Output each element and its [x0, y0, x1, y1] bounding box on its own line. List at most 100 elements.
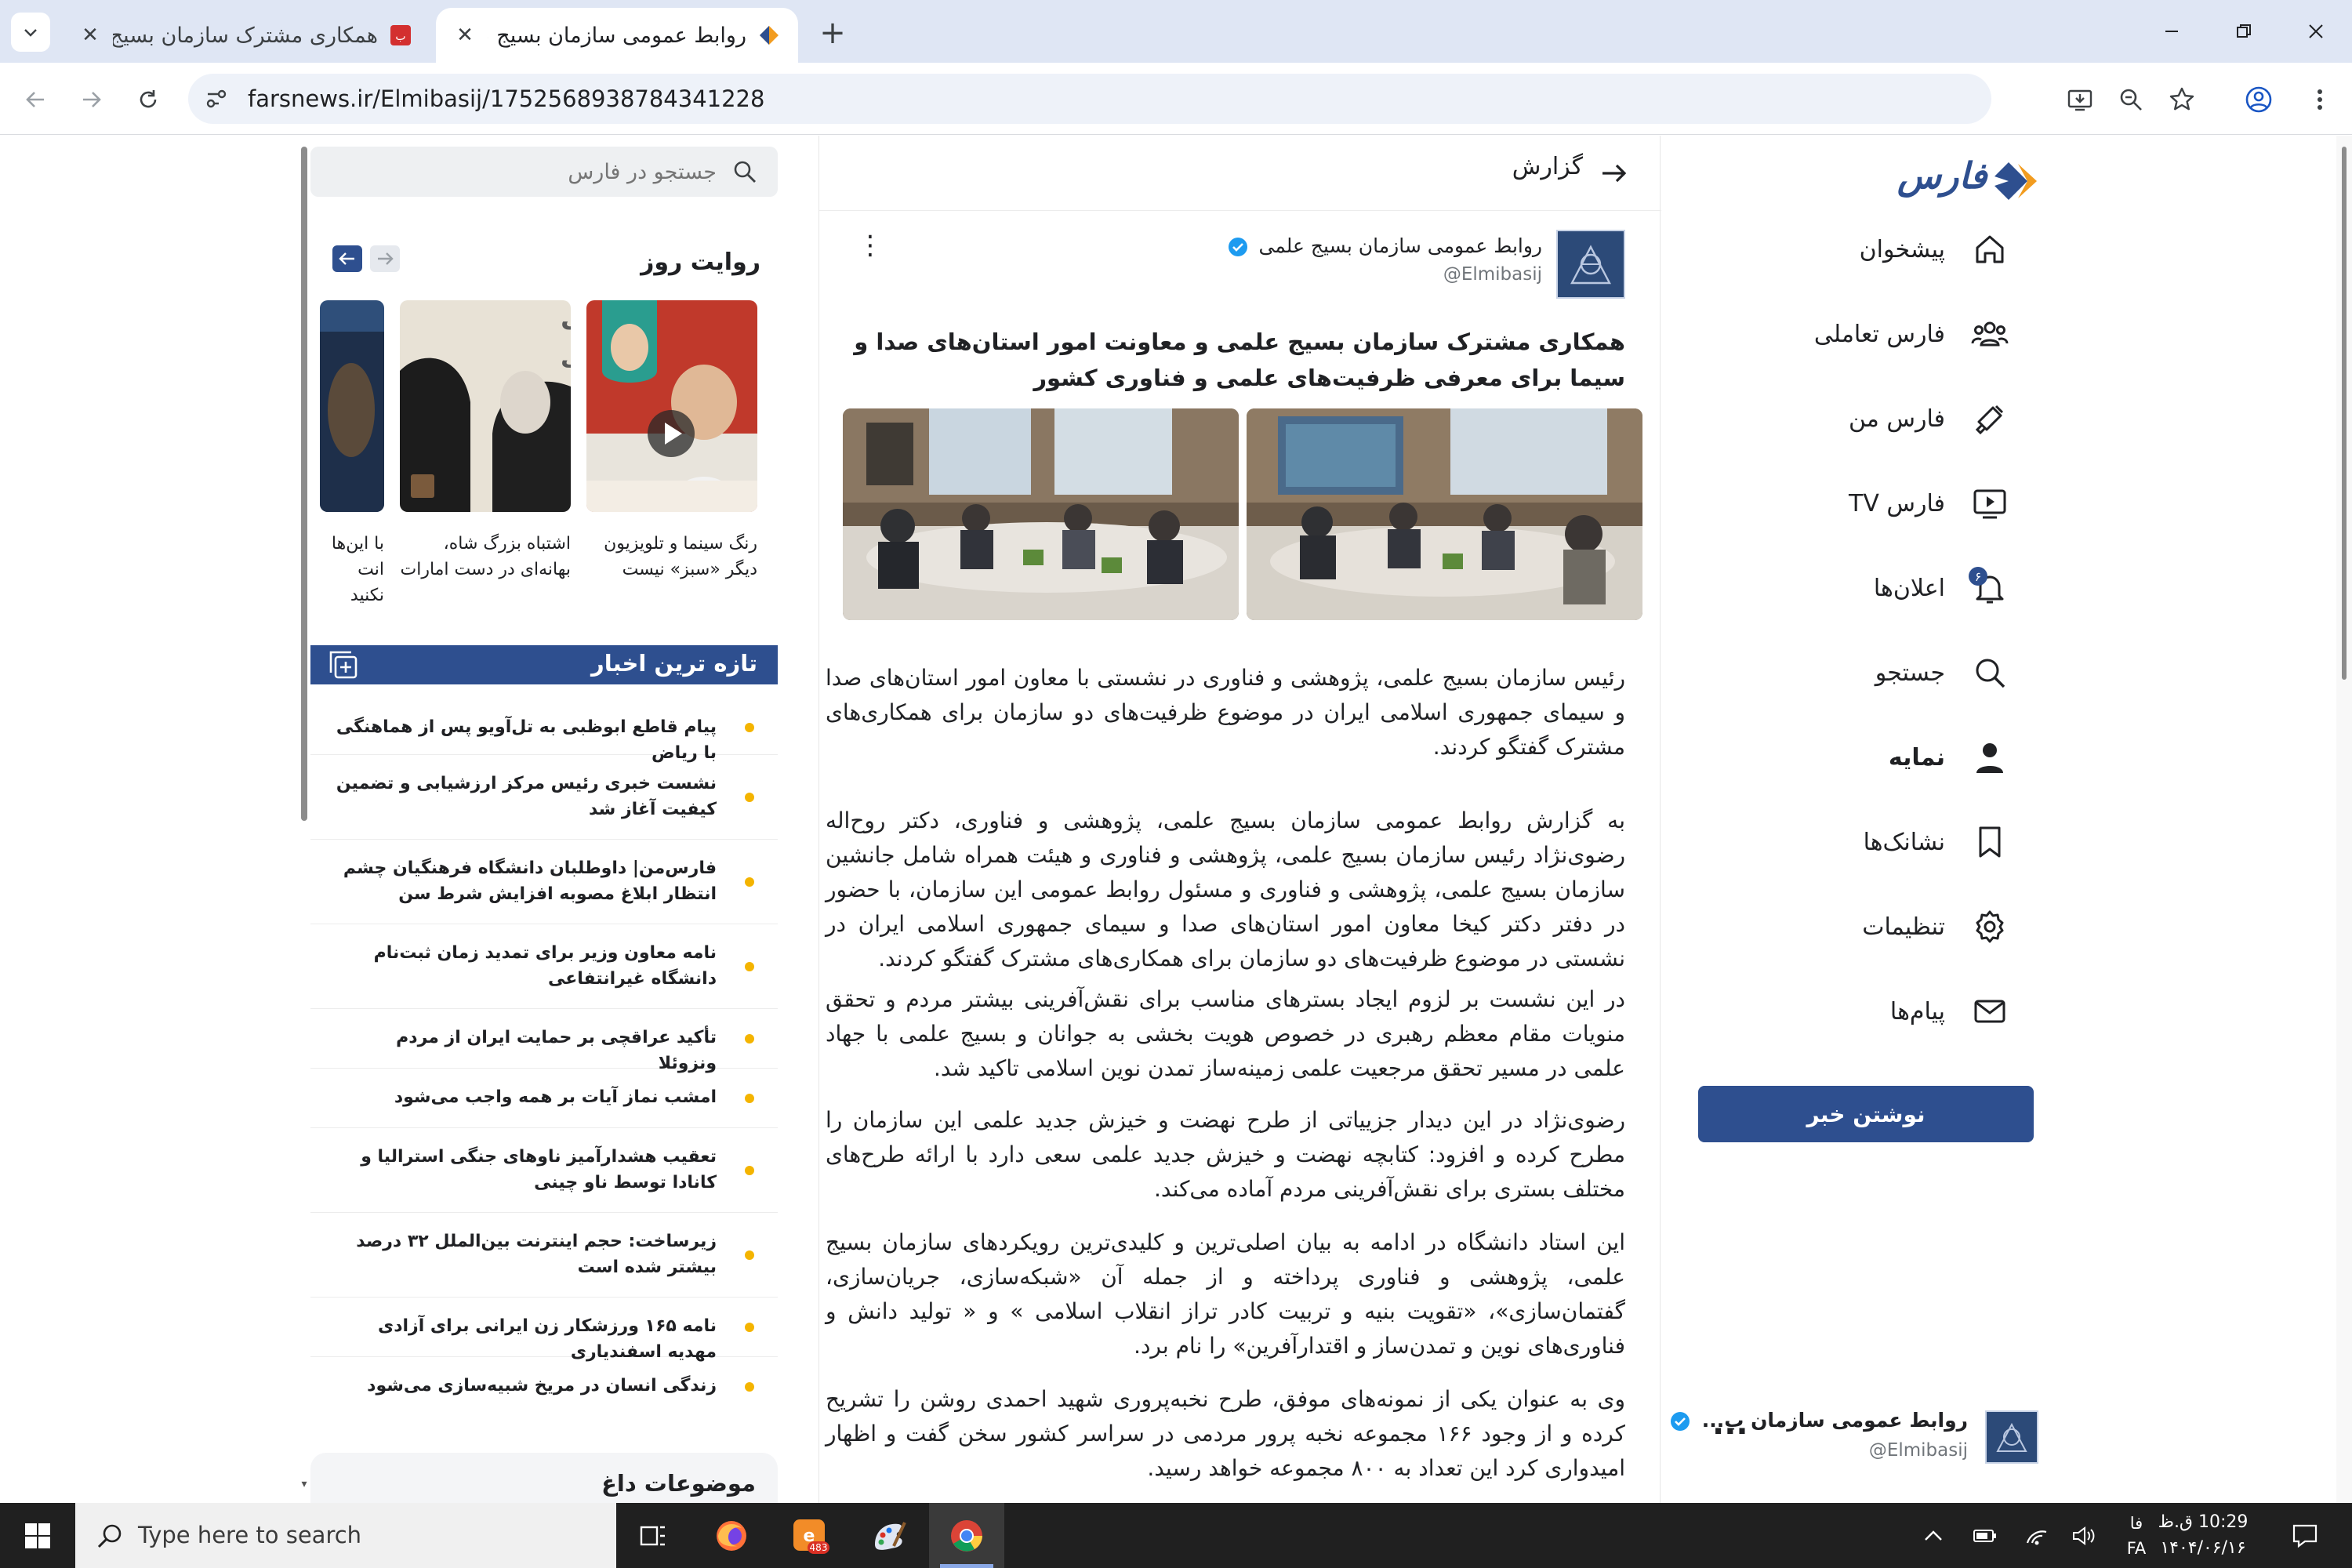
paint-icon[interactable] — [851, 1503, 926, 1568]
settings-icon — [1969, 906, 2011, 948]
post-author: روابط عمومی سازمان بسیج علمی @Elmibasij … — [857, 230, 1625, 308]
bookmark-star-icon[interactable] — [2162, 80, 2201, 119]
new-tab-button[interactable]: + — [815, 15, 850, 51]
tab-active[interactable]: روابط عمومی سازمان بسیج علمی ✕ — [436, 8, 798, 63]
news-item[interactable]: پیام قاطع ابوظبی به تل‌آویو پس از هماهنگ… — [310, 700, 778, 763]
post-photos — [843, 408, 1642, 620]
back-arrow-icon[interactable] — [1595, 154, 1633, 192]
add-widget-icon[interactable] — [328, 649, 359, 681]
profile-icon[interactable] — [2239, 80, 2278, 119]
notification-center-icon[interactable] — [2281, 1503, 2328, 1568]
svg-text:ب: ب — [395, 31, 405, 43]
tab-search-button[interactable] — [11, 13, 50, 52]
nav-label: پیام‌ها — [1889, 997, 1945, 1025]
stories-title: روایت روز — [641, 249, 760, 276]
restore-icon[interactable] — [2220, 11, 2267, 52]
reload-icon[interactable] — [129, 80, 168, 119]
story-card[interactable]: روز نیروهای ...و ابوموسی اشتباه بزرگ شاه… — [400, 300, 571, 579]
nav-item-messages[interactable]: پیام‌ها — [1697, 984, 2011, 1039]
search-icon — [1969, 652, 2011, 694]
scroll-down-icon[interactable]: ▾ — [298, 1478, 310, 1494]
account-more-button[interactable]: ... — [1712, 1406, 1748, 1442]
account-avatar — [1985, 1410, 2038, 1464]
nav-item-search[interactable]: جستجو — [1697, 645, 2011, 700]
bullet-icon — [745, 1250, 754, 1260]
chevron-down-icon — [24, 29, 37, 37]
latest-news-title: تازه ترین اخبار — [591, 650, 757, 677]
close-window-icon[interactable] — [2292, 11, 2339, 52]
tab-inactive[interactable]: ب همکاری مشترک سازمان بسیج علم ✕ — [61, 8, 430, 63]
news-title: نامه معاون وزیر برای تمدید زمان ثبت‌نام … — [373, 943, 717, 989]
news-title: امشب نماز آیات بر همه واجب می‌شود — [394, 1087, 717, 1107]
svg-text:...و ابوموسی: ...و ابوموسی — [561, 341, 571, 371]
install-app-icon[interactable] — [2060, 80, 2100, 119]
write-news-button[interactable]: نوشتن خبر — [1698, 1086, 2034, 1142]
battery-icon[interactable] — [1965, 1503, 2005, 1568]
search-icon — [729, 156, 760, 187]
account-handle: @Elmibasij — [1868, 1440, 1968, 1461]
nav-item-notifications[interactable]: ۶ اعلان‌ها — [1697, 561, 2011, 615]
article-paragraph: این استاد دانشگاه در ادامه به بیان اصلی‌… — [826, 1229, 1625, 1359]
email-app-icon[interactable]: e 483 — [772, 1503, 848, 1568]
nav-item-settings[interactable]: تنظیمات — [1697, 899, 2011, 954]
nav-label: اعلان‌ها — [1873, 574, 1945, 602]
mail-icon — [1969, 990, 2011, 1033]
chrome-icon[interactable] — [929, 1503, 1004, 1568]
fars-logo[interactable]: فارس — [1897, 153, 2046, 208]
news-item[interactable]: نامه معاون وزیر برای تمدید زمان ثبت‌نام … — [310, 924, 778, 1009]
nav-item-interactive[interactable]: فارس تعاملی — [1697, 307, 2011, 361]
task-view-icon[interactable] — [615, 1503, 691, 1568]
nav-item-dashboard[interactable]: پیشخوان — [1697, 222, 2011, 277]
news-item[interactable]: نامه ۱۶۵ ورزشکار زن ایرانی برای آزادی مه… — [310, 1298, 778, 1362]
nav-item-bookmarks[interactable]: نشانک‌ها — [1697, 815, 2011, 869]
news-title: فارس‌من| داوطلبان دانشگاه فرهنگیان چشم ا… — [343, 858, 717, 904]
browser-toolbar: farsnews.ir/Elmibasij/175256893878434122… — [0, 63, 2352, 135]
carousel-next-icon[interactable] — [370, 245, 400, 272]
nav-item-profile[interactable]: نمایه — [1697, 730, 2011, 785]
volume-icon[interactable] — [2063, 1503, 2104, 1568]
news-item[interactable]: زیرساخت: حجم اینترنت بین‌الملل ۳۲ درصد ب… — [310, 1213, 778, 1298]
back-icon[interactable] — [16, 80, 55, 119]
taskbar-search[interactable]: Type here to search — [75, 1503, 616, 1568]
story-image-text: روز نیروهای — [561, 303, 571, 334]
close-tab-icon[interactable]: ✕ — [453, 24, 477, 47]
site-info-icon[interactable] — [202, 85, 230, 113]
nav-label: فارس تعاملی — [1813, 320, 1945, 348]
news-item[interactable]: امشب نماز آیات بر همه واجب می‌شود — [310, 1069, 778, 1128]
story-card[interactable]: رنگ سینما و تلویزیون دیگر «سبز» نیست — [586, 300, 757, 579]
page-scrollbar-thumb[interactable] — [2342, 147, 2347, 680]
address-bar[interactable]: farsnews.ir/Elmibasij/175256893878434122… — [188, 74, 1991, 124]
carousel-prev-icon[interactable] — [332, 245, 362, 272]
news-item[interactable]: فارس‌من| داوطلبان دانشگاه فرهنگیان چشم ا… — [310, 840, 778, 924]
page-content: فارس پیشخوان فارس تعاملی فارس من فارس TV… — [0, 136, 2352, 1503]
news-item[interactable]: زندگی انسان در مریخ شبیه‌سازی می‌شود — [310, 1357, 778, 1417]
tab-strip: ب همکاری مشترک سازمان بسیج علم ✕ روابط ع… — [0, 0, 2352, 63]
windows-start-icon[interactable] — [0, 1503, 75, 1568]
basij-favicon: ب — [389, 24, 412, 47]
news-item[interactable]: نشست خبری رئیس مرکز ارزشیابی و تضمین کیف… — [310, 755, 778, 840]
account-card[interactable]: روابط عمومی سازمان ب... @Elmibasij ... — [1671, 1406, 2038, 1484]
menu-icon[interactable] — [2300, 80, 2339, 119]
page-scrollbar[interactable] — [2336, 136, 2352, 1503]
forward-icon[interactable] — [72, 80, 111, 119]
story-card[interactable]: با این‌ها انت نکنید — [213, 300, 384, 605]
news-item[interactable]: تأکید عراقچی بر حمایت ایران از مردم ونزو… — [310, 1009, 778, 1073]
meeting-photo[interactable] — [843, 408, 1239, 620]
nav-item-my-fars[interactable]: فارس من — [1697, 391, 2011, 446]
nav-item-fars-tv[interactable]: فارس TV — [1697, 476, 2011, 531]
close-tab-icon[interactable]: ✕ — [78, 24, 102, 47]
author-name[interactable]: روابط عمومی سازمان بسیج علمی — [1228, 234, 1542, 257]
minimize-icon[interactable] — [2148, 11, 2195, 52]
author-avatar[interactable] — [1556, 230, 1625, 299]
zoom-icon[interactable] — [2111, 80, 2151, 119]
post-options-icon[interactable]: ⋮ — [857, 230, 884, 261]
wifi-icon[interactable] — [2016, 1503, 2057, 1568]
tray-overflow-icon[interactable] — [1913, 1503, 1954, 1568]
system-clock[interactable]: 10:29 ق.ظ ۱۴۰۴/۰۶/۱۶ — [2148, 1509, 2258, 1564]
post-headline: همکاری مشترک سازمان بسیج علمی و معاونت ا… — [854, 328, 1625, 391]
firefox-icon[interactable] — [694, 1503, 769, 1568]
meeting-photo[interactable] — [1247, 408, 1642, 620]
logo-text: فارس — [1897, 154, 1987, 197]
site-search-input[interactable] — [340, 147, 717, 197]
news-item[interactable]: تعقیب هشدارآمیز ناوهای جنگی استرالیا و ک… — [310, 1128, 778, 1213]
